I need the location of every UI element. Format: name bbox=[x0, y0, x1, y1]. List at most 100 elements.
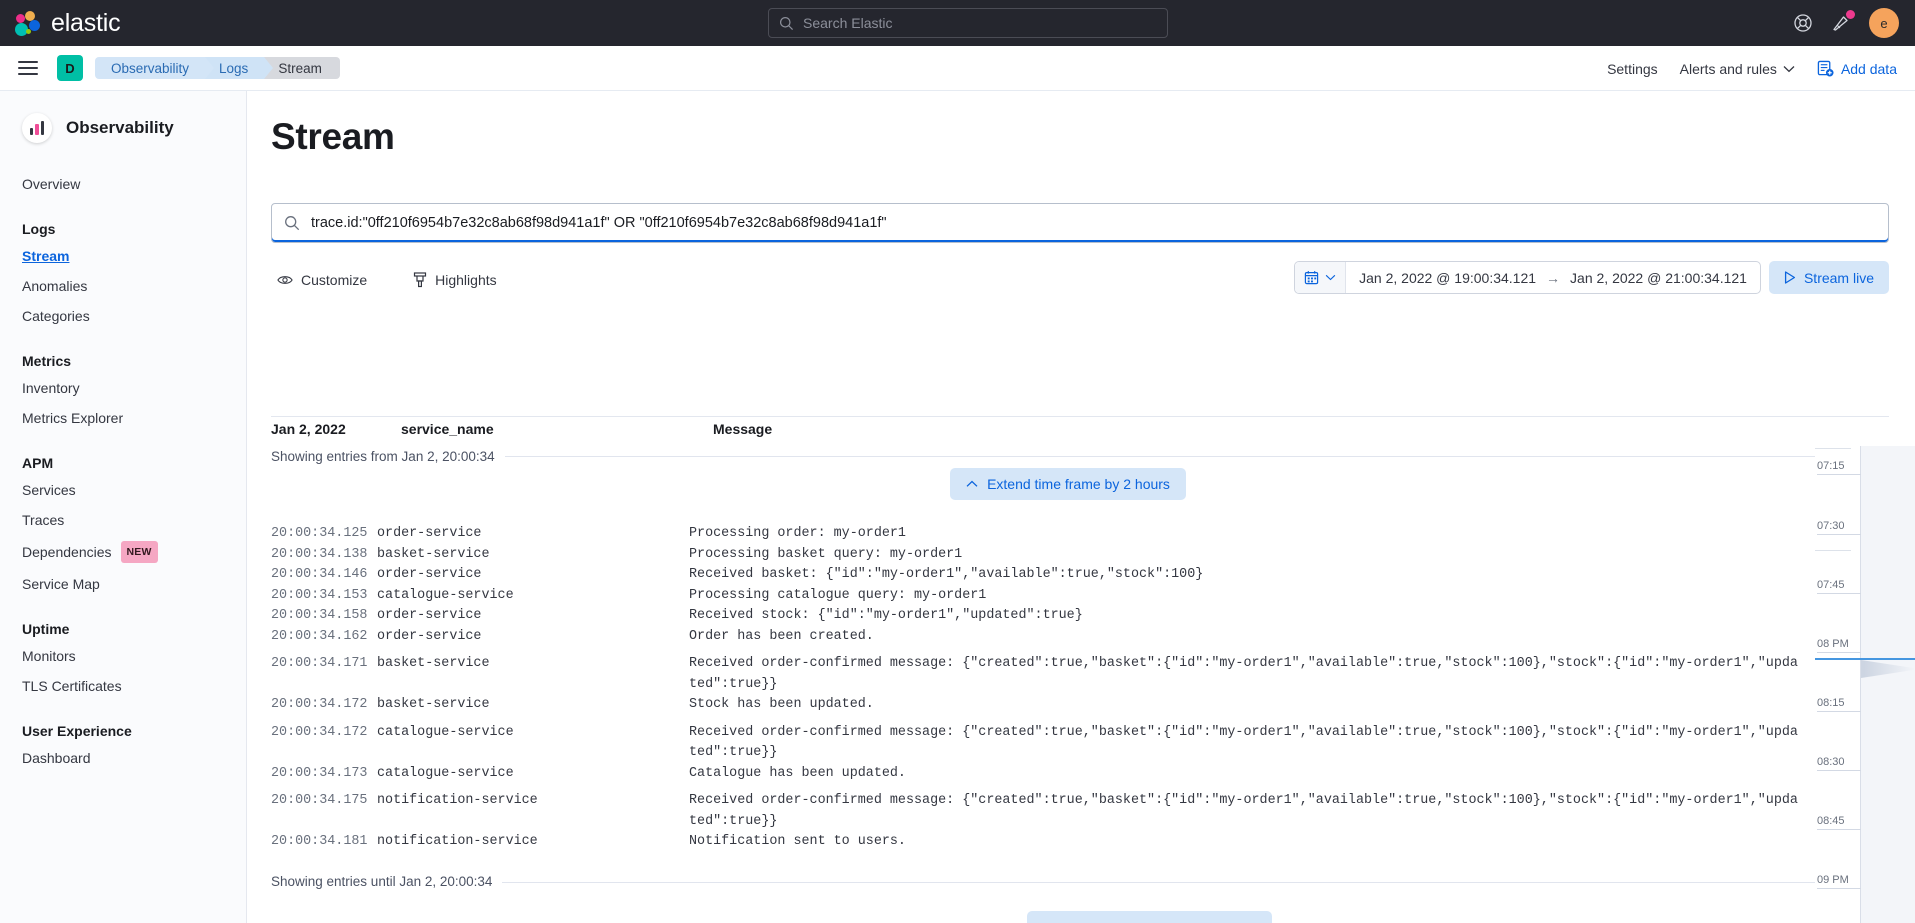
log-row[interactable]: 20:00:34.172 basket-service Stock has been… bbox=[247, 695, 1837, 716]
elastic-brand[interactable]: elastic bbox=[14, 8, 121, 38]
sidebar-item-dependencies[interactable]: Dependencies NEW bbox=[0, 535, 246, 569]
time-controls: Jan 2, 2022 @ 19:00:34.121 → Jan 2, 2022… bbox=[1294, 261, 1889, 294]
sidebar-item-stream[interactable]: Stream bbox=[0, 241, 246, 271]
log-service-name: order-service bbox=[377, 608, 482, 623]
sidebar-item-categories[interactable]: Categories bbox=[0, 301, 246, 331]
log-query-input[interactable]: trace.id:"0ff210f6954b7e32c8ab68f98d941a… bbox=[271, 203, 1889, 243]
date-start: Jan 2, 2022 @ 19:00:34.121 bbox=[1359, 269, 1537, 286]
log-row[interactable]: 20:00:34.172 catalogue-service Received or… bbox=[247, 723, 1837, 764]
minimap-tick-line bbox=[1817, 711, 1861, 712]
alerts-and-rules-label: Alerts and rules bbox=[1679, 60, 1777, 77]
sidebar-item-metrics-explorer[interactable]: Metrics Explorer bbox=[0, 403, 246, 433]
log-service-name: catalogue-service bbox=[377, 765, 514, 781]
sidebar-item-tls-certificates[interactable]: TLS Certificates bbox=[0, 671, 246, 701]
minimap-tick-line bbox=[1817, 593, 1861, 594]
log-timestamp: 20:00:34.181 bbox=[271, 834, 368, 849]
log-timestamp: 20:00:34.158 bbox=[271, 608, 368, 623]
minimap-tick-line bbox=[1817, 652, 1861, 653]
sidebar-item-services[interactable]: Services bbox=[0, 475, 246, 505]
minimap-tick-label: 09 PM bbox=[1817, 874, 1849, 886]
log-stream[interactable]: Extend time frame by 2 hours Showing ent… bbox=[247, 446, 1837, 923]
entries-from-divider bbox=[271, 456, 1837, 457]
sidebar-item-label: Anomalies bbox=[22, 278, 88, 294]
brand-name: elastic bbox=[51, 8, 121, 37]
chevron-up-icon bbox=[966, 480, 978, 487]
log-message: Notification sent to users. bbox=[689, 834, 906, 849]
minimap-tick-label: 08 PM bbox=[1817, 638, 1849, 650]
log-query-value: trace.id:"0ff210f6954b7e32c8ab68f98d941a… bbox=[311, 215, 887, 231]
sidebar-item-label: Inventory bbox=[22, 380, 80, 396]
log-row[interactable]: 20:00:34.158 order-service Received stock:… bbox=[247, 606, 1837, 627]
log-message: Processing basket query: my-order1 bbox=[689, 546, 963, 562]
column-header-message: Message bbox=[713, 421, 773, 437]
extend-time-frame-bottom-button[interactable] bbox=[1027, 911, 1272, 923]
column-header-divider bbox=[271, 416, 1889, 417]
minimap-tick: 08 PM bbox=[1815, 633, 1861, 653]
sidebar-item-dashboard[interactable]: Dashboard bbox=[0, 743, 246, 773]
breadcrumb-stream: Stream bbox=[264, 57, 340, 79]
log-row[interactable]: 20:00:34.125 order-service Processing orde… bbox=[247, 524, 1837, 545]
log-row[interactable]: 20:00:34.162 order-service Order has been … bbox=[247, 627, 1837, 648]
sidebar-item-label: Categories bbox=[22, 308, 90, 324]
log-message: Received basket: {"id":"my-order1","avai… bbox=[689, 567, 1204, 582]
customize-button[interactable]: Customize bbox=[271, 268, 373, 292]
minimap-tick-line bbox=[1817, 829, 1861, 830]
log-row[interactable]: 20:00:34.153 catalogue-service Processing … bbox=[247, 586, 1837, 607]
sidebar-item-service-map[interactable]: Service Map bbox=[0, 569, 246, 599]
sidebar-item-overview[interactable]: Overview bbox=[0, 169, 246, 199]
sidebar-item-anomalies[interactable]: Anomalies bbox=[0, 271, 246, 301]
menu-toggle-icon[interactable] bbox=[18, 61, 38, 75]
search-icon bbox=[779, 16, 794, 30]
date-quick-menu[interactable] bbox=[1295, 262, 1347, 293]
log-service-name: basket-service bbox=[377, 697, 490, 712]
sidebar-item-monitors[interactable]: Monitors bbox=[0, 641, 246, 671]
log-row[interactable]: 20:00:34.171 basket-service Received order… bbox=[247, 654, 1837, 695]
minimap-tick: 07:45 bbox=[1815, 574, 1861, 594]
log-timestamp: 20:00:34.138 bbox=[271, 546, 368, 562]
avatar[interactable]: e bbox=[1869, 8, 1899, 38]
global-search-input[interactable]: Search Elastic bbox=[768, 8, 1168, 38]
log-row[interactable]: 20:00:34.181 notification-service Notifica… bbox=[247, 832, 1837, 853]
sidebar-header: Observability bbox=[0, 91, 246, 143]
help-icon[interactable] bbox=[1793, 13, 1813, 33]
breadcrumb-observability[interactable]: Observability bbox=[95, 57, 215, 79]
entries-until-divider bbox=[271, 882, 1889, 883]
date-range-display[interactable]: Jan 2, 2022 @ 19:00:34.121 → Jan 2, 2022… bbox=[1346, 262, 1760, 293]
add-data-label: Add data bbox=[1840, 60, 1897, 77]
extend-time-frame-top-button[interactable]: Extend time frame by 2 hours bbox=[950, 468, 1186, 500]
sidebar-item-traces[interactable]: Traces bbox=[0, 505, 246, 535]
log-row[interactable]: 20:00:34.175 notification-service Received… bbox=[247, 791, 1837, 832]
space-avatar[interactable]: D bbox=[57, 55, 83, 81]
application-header-actions: Settings Alerts and rules Add data bbox=[1607, 46, 1897, 91]
stream-live-button[interactable]: Stream live bbox=[1768, 261, 1889, 294]
log-service-name: order-service bbox=[377, 526, 482, 541]
add-data-button[interactable]: Add data bbox=[1817, 60, 1897, 77]
log-rows: 20:00:34.125 order-service Processing orde… bbox=[247, 524, 1837, 853]
date-picker[interactable]: Jan 2, 2022 @ 19:00:34.121 → Jan 2, 2022… bbox=[1294, 261, 1761, 294]
log-row[interactable]: 20:00:34.173 catalogue-service Catalogue h… bbox=[247, 764, 1837, 785]
announcement-icon[interactable] bbox=[1831, 10, 1855, 33]
settings-link[interactable]: Settings bbox=[1607, 61, 1658, 77]
play-icon bbox=[1784, 271, 1796, 284]
sidebar-group-logs: Logs bbox=[22, 221, 56, 237]
notification-badge bbox=[1846, 10, 1855, 19]
app-root: elastic Search Elastic e D Observability… bbox=[0, 0, 1915, 923]
elastic-logo-icon bbox=[14, 10, 41, 37]
log-row[interactable]: 20:00:34.146 order-service Received basket… bbox=[247, 565, 1837, 586]
highlights-button[interactable]: Highlights bbox=[407, 268, 502, 292]
sidebar-item-label: Overview bbox=[22, 176, 81, 192]
minimap-tick: 08:45 bbox=[1815, 810, 1861, 830]
extend-top-wrap: Extend time frame by 2 hours bbox=[247, 468, 1837, 500]
sidebar-item-badge: NEW bbox=[120, 541, 158, 563]
log-row[interactable]: 20:00:34.138 basket-service Processing bas… bbox=[247, 545, 1837, 566]
sidebar-nav: Overview Logs Stream Anomalies Categories Met… bbox=[0, 169, 246, 773]
log-message: Processing catalogue query: my-order1 bbox=[689, 587, 987, 603]
log-timestamp: 20:00:34.125 bbox=[271, 526, 368, 541]
log-minimap[interactable]: 07:15 07:30 07:45 08 PM 08:15 08:30 08:45 09 PM bbox=[1815, 446, 1915, 923]
minimap-edge-line bbox=[1815, 550, 1851, 551]
sidebar-item-inventory[interactable]: Inventory bbox=[0, 373, 246, 403]
minimap-tick: 08:30 bbox=[1815, 751, 1861, 771]
sidebar-title: Observability bbox=[66, 118, 174, 137]
chevron-down-icon bbox=[1325, 274, 1336, 281]
alerts-and-rules-menu[interactable]: Alerts and rules bbox=[1680, 61, 1795, 77]
